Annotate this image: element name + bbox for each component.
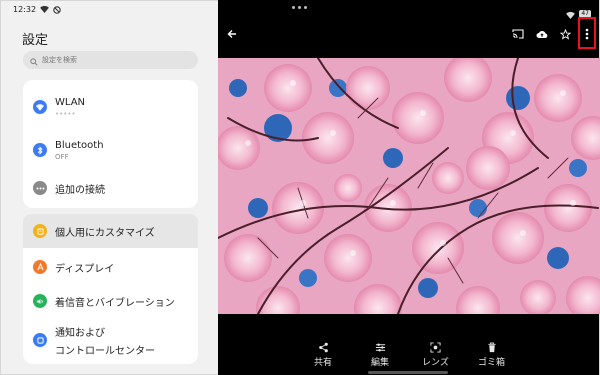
connections-card: WLAN ••••• Bluetooth OFF 追加の接続 bbox=[23, 80, 198, 208]
action-label: ゴミ箱 bbox=[478, 358, 506, 368]
star-icon bbox=[559, 28, 571, 40]
search-bar[interactable] bbox=[23, 51, 198, 69]
customize-icon bbox=[33, 224, 47, 238]
lens-icon bbox=[430, 342, 441, 353]
wifi-status-icon bbox=[40, 6, 49, 13]
settings-item-label: Bluetooth bbox=[55, 139, 104, 151]
edit-button[interactable]: 編集 bbox=[371, 342, 389, 368]
settings-item-label: ディスプレイ bbox=[55, 263, 115, 275]
share-icon bbox=[318, 342, 328, 353]
settings-item-label: 追加の接続 bbox=[55, 184, 105, 196]
viewer-toolbar bbox=[218, 20, 600, 48]
status-bar-left: 12:32 bbox=[13, 5, 61, 14]
favorite-button[interactable] bbox=[557, 26, 573, 42]
share-button[interactable]: 共有 bbox=[314, 342, 332, 368]
photo-viewer: 47 共有 編集 レンズ ゴミ箱 bbox=[218, 0, 600, 375]
battery-level: 47 bbox=[581, 10, 589, 17]
back-arrow-icon bbox=[227, 30, 236, 38]
action-label: 編集 bbox=[371, 358, 390, 368]
search-input[interactable] bbox=[42, 56, 192, 64]
photo-cherry-blossoms[interactable] bbox=[218, 58, 600, 314]
trash-button[interactable]: ゴミ箱 bbox=[478, 342, 505, 368]
display-icon bbox=[33, 260, 47, 274]
viewer-action-bar: 共有 編集 レンズ ゴミ箱 bbox=[218, 342, 600, 372]
personalization-card: 個人用にカスタマイズ ディスプレイ 着信音とバイブレーション 通知および コント… bbox=[23, 214, 198, 364]
settings-item-sub: OFF bbox=[55, 152, 69, 161]
lens-button[interactable]: レンズ bbox=[422, 342, 449, 368]
settings-item-bluetooth[interactable]: Bluetooth OFF bbox=[23, 132, 198, 168]
wifi-icon bbox=[33, 100, 47, 114]
settings-pane: 12:32 設定 WLAN ••••• bbox=[0, 0, 218, 375]
action-label: レンズ bbox=[422, 358, 449, 368]
more-connections-icon bbox=[33, 181, 47, 195]
settings-item-display[interactable]: ディスプレイ bbox=[23, 256, 198, 278]
highlight-box bbox=[578, 17, 596, 49]
settings-item-label: 着信音とバイブレーション bbox=[55, 297, 175, 309]
window-handle-dots[interactable] bbox=[292, 6, 307, 9]
settings-item-label-line2: コントロールセンター bbox=[55, 345, 155, 357]
sound-icon bbox=[33, 294, 47, 308]
back-button[interactable] bbox=[224, 26, 240, 42]
dnd-status-icon bbox=[53, 5, 61, 14]
page-title: 設定 bbox=[22, 33, 49, 48]
settings-item-label: 個人用にカスタマイズ bbox=[55, 227, 155, 239]
notification-icon bbox=[33, 333, 47, 347]
trash-icon bbox=[487, 342, 496, 353]
settings-item-wlan[interactable]: WLAN ••••• bbox=[23, 89, 198, 125]
search-icon bbox=[30, 51, 38, 70]
settings-item-customize[interactable]: 個人用にカスタマイズ bbox=[23, 214, 198, 248]
bluetooth-icon bbox=[33, 143, 47, 157]
settings-item-sound[interactable]: 着信音とバイブレーション bbox=[23, 290, 198, 312]
home-indicator[interactable] bbox=[368, 371, 448, 374]
settings-item-more-connections[interactable]: 追加の接続 bbox=[23, 177, 198, 199]
settings-item-sub: ••••• bbox=[55, 109, 76, 118]
cloud-backup-button[interactable] bbox=[534, 26, 550, 42]
cast-button[interactable] bbox=[510, 26, 526, 42]
settings-item-notifications[interactable]: 通知および コントロールセンター bbox=[23, 322, 198, 358]
status-time: 12:32 bbox=[13, 5, 37, 14]
cloud-upload-icon bbox=[536, 30, 548, 38]
action-label: 共有 bbox=[314, 358, 333, 368]
settings-item-label: WLAN bbox=[55, 96, 86, 108]
settings-item-label: 通知および bbox=[55, 327, 105, 339]
cast-icon bbox=[512, 29, 524, 39]
edit-icon bbox=[375, 343, 385, 352]
